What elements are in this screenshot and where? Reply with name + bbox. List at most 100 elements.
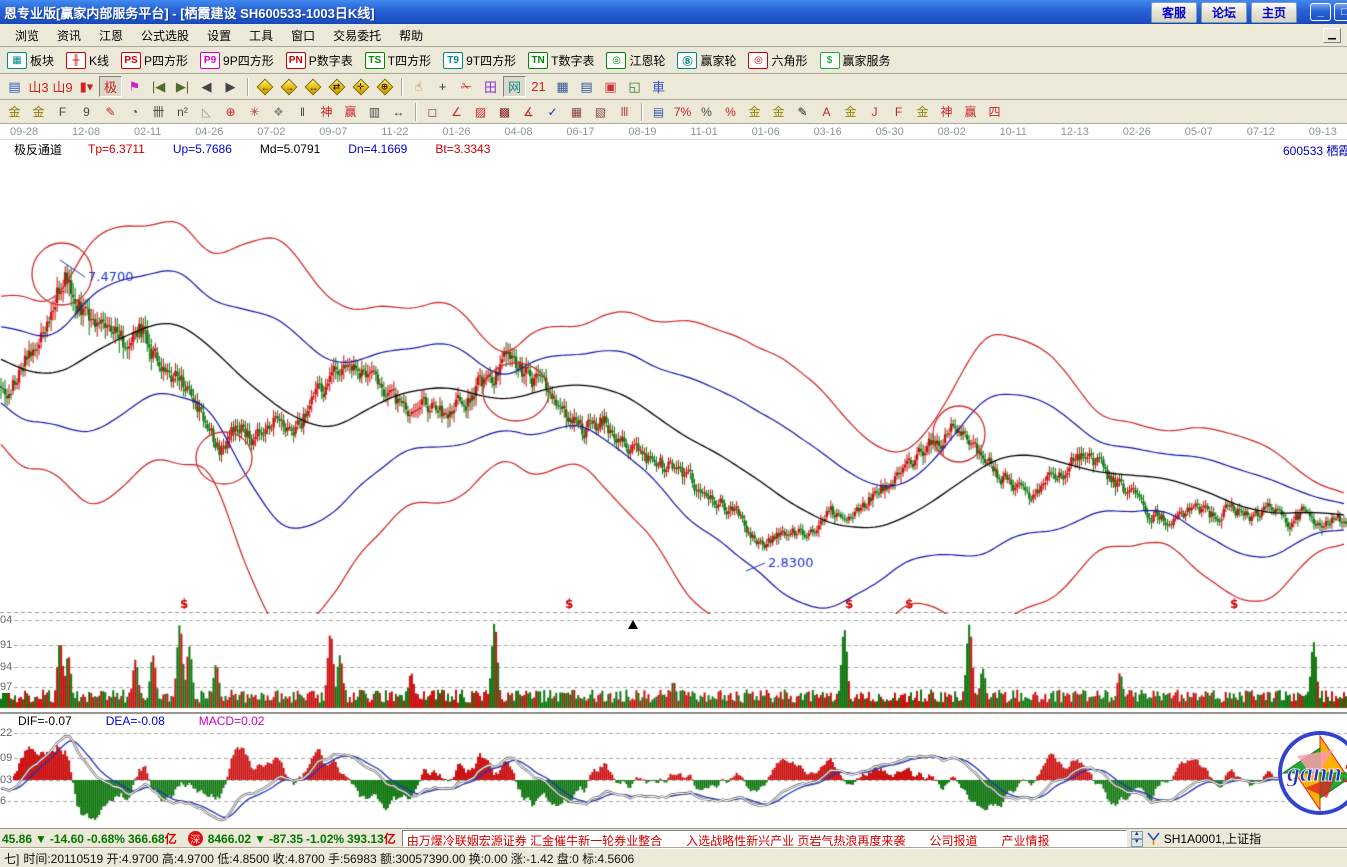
compass-icon[interactable]: ⊕ xyxy=(219,102,242,121)
ruler-comb-icon[interactable]: 卌 xyxy=(147,102,170,121)
mark-icon[interactable]: ✁ xyxy=(455,76,478,97)
menu-item[interactable]: 帮助 xyxy=(390,25,432,46)
chart-3-icon[interactable]: 山3 xyxy=(27,76,50,97)
winner-wheel-button[interactable]: Ⓑ 赢家轮 xyxy=(674,51,739,70)
export-icon[interactable]: ◱ xyxy=(623,76,646,97)
menu-item[interactable]: 浏览 xyxy=(6,25,48,46)
fan-lines-icon[interactable]: ∠ xyxy=(445,102,468,121)
percent-icon[interactable]: % xyxy=(695,102,718,121)
next-bar-icon[interactable]: ▶ xyxy=(219,76,242,97)
news-ticker[interactable]: 由万爆冷联姻宏源证券 汇金催牛新一轮券业整合 入选战略性新兴产业 页岩气热浪再度… xyxy=(402,830,1127,847)
transfer-icon[interactable]: 車 xyxy=(647,76,670,97)
minimize-button[interactable]: _ xyxy=(1310,3,1331,21)
compress-h-icon[interactable]: ⇄ xyxy=(325,76,348,97)
blocks-button[interactable]: ▦ 板块 xyxy=(4,51,57,70)
shen-tool-icon[interactable]: 神 xyxy=(315,102,338,121)
k-ticks-icon[interactable]: ‖ xyxy=(291,102,314,121)
jifan-channel-icon[interactable]: 极 xyxy=(99,76,122,97)
n2-icon[interactable]: n² xyxy=(171,102,194,121)
hand-icon[interactable]: ☝ xyxy=(407,76,430,97)
gold-tool-icon[interactable]: 金 xyxy=(3,102,26,121)
menu-item[interactable]: 江恩 xyxy=(90,25,132,46)
gold-angle-icon[interactable]: 金 xyxy=(911,102,934,121)
save-icon[interactable]: ▣ xyxy=(599,76,622,97)
crosshair-icon[interactable]: + xyxy=(431,76,454,97)
gold-tool2-icon[interactable]: 金 xyxy=(27,102,50,121)
spider-web-icon[interactable]: ❖ xyxy=(267,102,290,121)
maximize-button[interactable]: □ xyxy=(1334,3,1347,21)
t-square-button[interactable]: TS T四方形 xyxy=(362,51,434,70)
titlebar-link-button[interactable]: 论坛 xyxy=(1201,2,1247,23)
ying-angle-icon[interactable]: 赢 xyxy=(959,102,982,121)
fit-all-icon[interactable]: ⊕ xyxy=(373,76,396,97)
macd-chart-canvas[interactable] xyxy=(0,728,1347,828)
grid-icon[interactable]: ▦ xyxy=(565,102,588,121)
kline-button[interactable]: ╫ K线 xyxy=(63,51,112,70)
expand-all-icon[interactable]: ✛ xyxy=(349,76,372,97)
j-angle-icon[interactable]: J xyxy=(863,102,886,121)
spinner-up-icon[interactable]: ▲ xyxy=(1131,831,1143,839)
grid2-icon[interactable]: ▧ xyxy=(589,102,612,121)
chart-9-icon[interactable]: 山9 xyxy=(51,76,74,97)
first-bar-icon[interactable]: |◀ xyxy=(147,76,170,97)
set-square-icon[interactable]: ◺ xyxy=(195,102,218,121)
menu-item[interactable]: 工具 xyxy=(240,25,282,46)
menu-item[interactable]: 公式选股 xyxy=(132,25,198,46)
stock-note-icon[interactable]: ▤ xyxy=(3,76,26,97)
mdi-minimize-button[interactable]: ▁ xyxy=(1323,28,1341,43)
brain-icon[interactable]: 网 xyxy=(503,76,526,97)
t-table-button[interactable]: TN T数字表 xyxy=(525,51,597,70)
hexagon-button[interactable]: ◎ 六角形 xyxy=(745,51,810,70)
brush-icon[interactable]: ✎ xyxy=(791,102,814,121)
shift-right-icon[interactable]: → xyxy=(277,76,300,97)
percent-lines-icon[interactable]: % xyxy=(719,102,742,121)
main-chart-canvas[interactable] xyxy=(0,158,1347,614)
expand-h-icon[interactable]: ↔ xyxy=(301,76,324,97)
f-lines-icon[interactable]: F xyxy=(51,102,74,121)
calendar-21-icon[interactable]: 21 xyxy=(527,76,550,97)
p9-square-button[interactable]: P9 9P四方形 xyxy=(197,51,277,70)
menu-item[interactable]: 设置 xyxy=(198,25,240,46)
gold-circle-icon[interactable]: 金 xyxy=(743,102,766,121)
menu-item[interactable]: 交易委托 xyxy=(324,25,390,46)
parallel-icon[interactable]: Ⅲ xyxy=(613,102,636,121)
gold-underline-icon[interactable]: 金 xyxy=(839,102,862,121)
wave-a-icon[interactable]: A xyxy=(815,102,838,121)
shen-angle-icon[interactable]: 神 xyxy=(935,102,958,121)
gann-box-icon[interactable]: ▨ xyxy=(469,102,492,121)
shift-left-icon[interactable]: ← xyxy=(253,76,276,97)
purple-tool-icon[interactable]: 田 xyxy=(479,76,502,97)
winner-service-button[interactable]: $ 赢家服务 xyxy=(817,51,894,70)
quote-channel-label[interactable]: SH1A0001,上证指 xyxy=(1164,830,1261,847)
t9-square-button[interactable]: T9 9T四方形 xyxy=(440,51,519,70)
ying-tool-icon[interactable]: 赢 xyxy=(339,102,362,121)
report-icon[interactable]: ▤ xyxy=(575,76,598,97)
ticker-spinner[interactable]: ▲▼ xyxy=(1131,831,1143,847)
f-angle-icon[interactable]: F xyxy=(887,102,910,121)
check-icon[interactable]: ✓ xyxy=(541,102,564,121)
kline-style-icon[interactable]: ▮▾ xyxy=(75,76,98,97)
pen-red-icon[interactable]: ✎ xyxy=(99,102,122,121)
box-tool-icon[interactable]: ◻ xyxy=(421,102,444,121)
menu-item[interactable]: 资讯 xyxy=(48,25,90,46)
gold-lines-icon[interactable]: 金 xyxy=(767,102,790,121)
ruler-123-icon[interactable]: ▥ xyxy=(363,102,386,121)
si-angle-icon[interactable]: 四 xyxy=(983,102,1006,121)
span-arrow-icon[interactable]: ↔ xyxy=(387,102,410,121)
gann-wheel-button[interactable]: ◎ 江恩轮 xyxy=(603,51,668,70)
titlebar-link-button[interactable]: 主页 xyxy=(1251,2,1297,23)
p-square-button[interactable]: PS P四方形 xyxy=(118,51,191,70)
last-bar-icon[interactable]: ▶| xyxy=(171,76,194,97)
percent7-icon[interactable]: 7% xyxy=(671,102,694,121)
gann-square-icon[interactable]: ▩ xyxy=(493,102,516,121)
clock-circle-icon[interactable]: ◔ xyxy=(123,102,146,121)
spiral-icon[interactable]: 9 xyxy=(75,102,98,121)
titlebar-link-button[interactable]: 客服 xyxy=(1151,2,1197,23)
flag-icon[interactable]: ⚑ xyxy=(123,76,146,97)
menu-item[interactable]: 窗口 xyxy=(282,25,324,46)
angle-set-icon[interactable]: ∡ xyxy=(517,102,540,121)
spinner-down-icon[interactable]: ▼ xyxy=(1131,839,1143,847)
calculator-icon[interactable]: ▦ xyxy=(551,76,574,97)
list-table-icon[interactable]: ▤ xyxy=(647,102,670,121)
prev-bar-icon[interactable]: ◀ xyxy=(195,76,218,97)
